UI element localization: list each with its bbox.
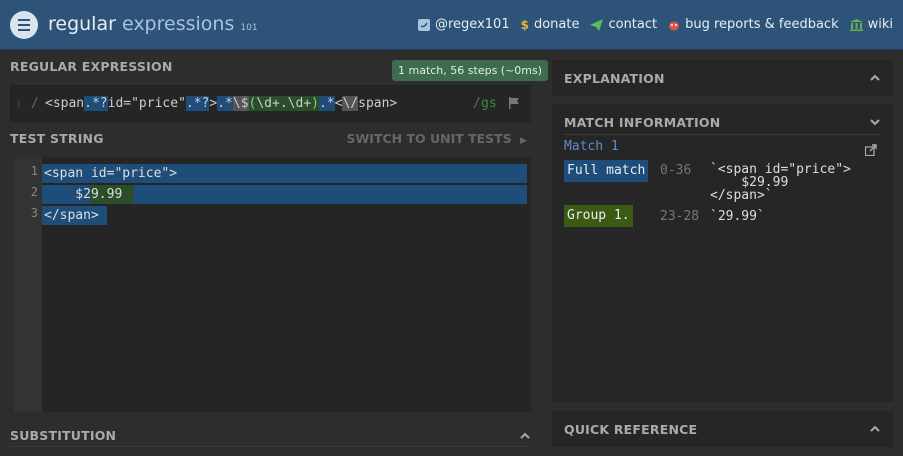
group-1-label: Group 1.: [564, 205, 633, 227]
paper-plane-icon: [590, 18, 604, 31]
regex-open-delimiter: /: [31, 96, 39, 111]
flag-icon[interactable]: [508, 97, 520, 109]
twitter-icon: [418, 18, 430, 31]
match-status-badge: 1 match, 56 steps (~0ms): [392, 60, 549, 81]
line-number: 3: [30, 206, 38, 220]
switch-to-unit-tests-button[interactable]: SWITCH TO UNIT TESTS ▶: [347, 131, 527, 146]
line-number: 1: [30, 164, 38, 178]
bug-icon: [669, 21, 680, 30]
full-match-range: 0-36: [660, 163, 692, 178]
regex-section-title: REGULAR EXPRESSION: [10, 59, 173, 74]
dollar-icon: $: [520, 17, 529, 32]
nav-donate[interactable]: $ donate: [521, 17, 580, 32]
editor-panel: REGULAR EXPRESSION 1 match, 56 steps (~0…: [0, 51, 549, 456]
match-information-title: MATCH INFORMATION: [564, 115, 721, 130]
info-panel: EXPLANATION MATCH INFORMATION Match 1 Fu…: [552, 51, 893, 456]
test-line: $29.99: [44, 187, 123, 202]
test-string-section-title: TEST STRING: [10, 131, 104, 146]
logo[interactable]: regular expressions 101: [48, 13, 258, 35]
match-title: Match 1: [564, 139, 619, 154]
explanation-card[interactable]: EXPLANATION: [552, 60, 893, 96]
nav-twitter[interactable]: @regex101: [418, 17, 510, 32]
quick-reference-card[interactable]: QUICK REFERENCE: [552, 411, 893, 447]
regex-input[interactable]: ⁞ / <span.*?id="price".*?>.*\$(\d+.\d+).…: [10, 85, 531, 122]
group-1-value: `29.99`: [710, 209, 765, 224]
nav-contact[interactable]: contact: [590, 17, 657, 32]
chevron-up-icon[interactable]: [519, 430, 531, 442]
group-1-range: 23-28: [660, 209, 700, 224]
test-line: <span id="price">: [44, 166, 178, 181]
menu-button[interactable]: [10, 11, 38, 39]
nav-bug-reports[interactable]: bug reports & feedback: [668, 17, 839, 32]
test-line: </span>: [44, 208, 99, 223]
explanation-title: EXPLANATION: [564, 71, 665, 86]
header-nav: @regex101 $ donate contact bug reports &…: [418, 17, 893, 32]
bank-icon: [849, 18, 863, 31]
chevron-up-icon[interactable]: [869, 423, 881, 435]
regex-flags[interactable]: gs: [481, 96, 497, 111]
nav-wiki[interactable]: wiki: [849, 17, 893, 32]
substitution-section-title: SUBSTITUTION: [10, 428, 117, 443]
menu-icon: [18, 19, 30, 21]
regex-pattern: <span.*?id="price".*?>.*\$(\d+.\d+).*<\/…: [45, 96, 398, 111]
full-match-value: `<span id="price"> $29.99 </span>`: [710, 162, 851, 203]
quick-reference-title: QUICK REFERENCE: [564, 422, 698, 437]
test-string-editor[interactable]: 1 2 3 <span id="price"> $29.99 </span>: [14, 157, 531, 412]
share-icon[interactable]: [865, 144, 877, 156]
chevron-up-icon[interactable]: [869, 72, 881, 84]
full-match-label: Full match: [564, 160, 649, 182]
chevron-down-icon[interactable]: [869, 116, 881, 128]
line-number: 2: [30, 185, 38, 199]
match-information-card: MATCH INFORMATION Match 1 Full match 0-3…: [552, 104, 893, 402]
regex-close-delimiter: /: [473, 96, 481, 111]
app-header: regular expressions 101 @regex101 $ dona…: [0, 0, 903, 50]
chevron-right-icon: ▶: [520, 136, 527, 146]
